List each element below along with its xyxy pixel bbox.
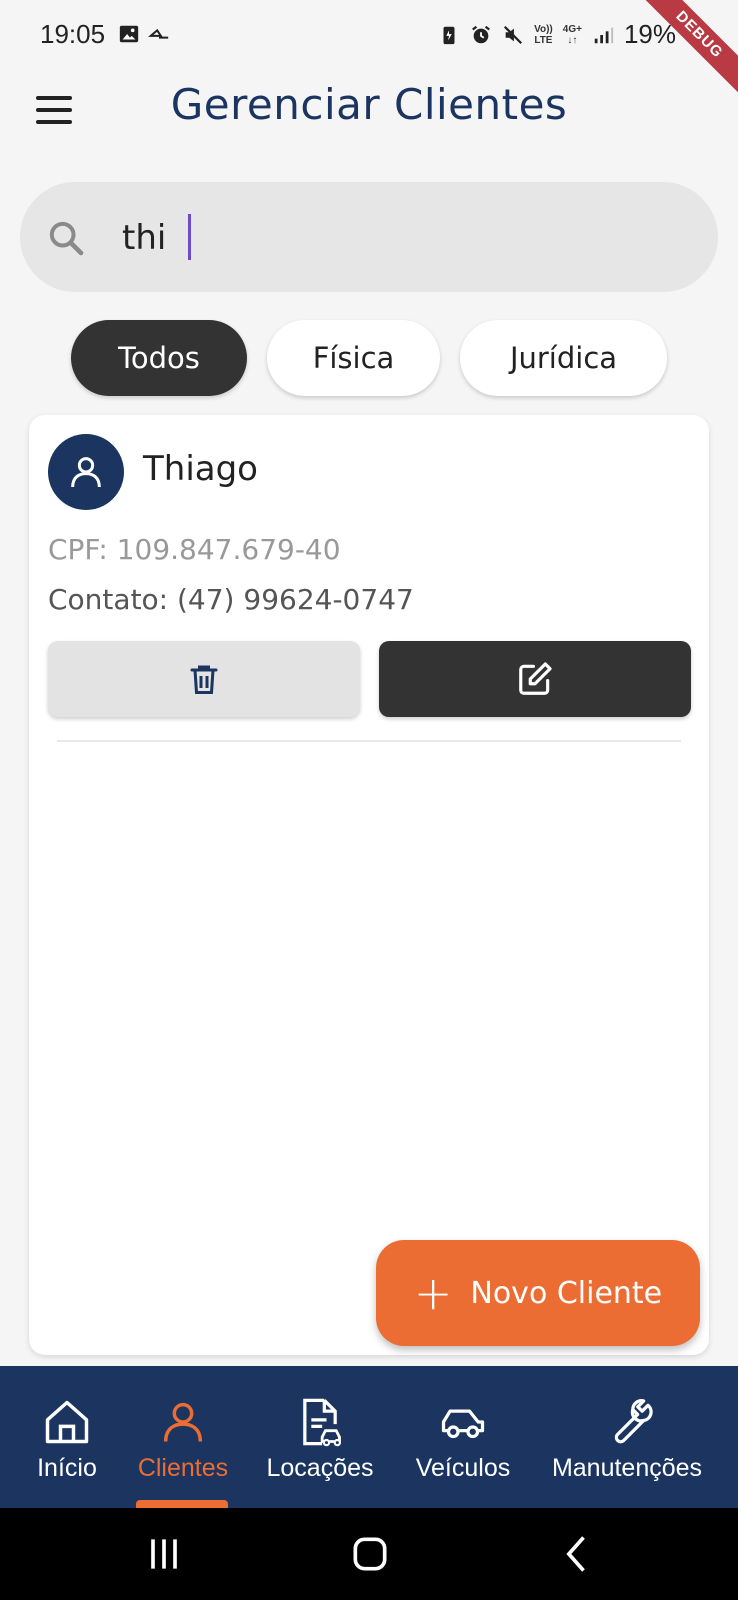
text-cursor xyxy=(188,214,191,260)
nav-label-locacoes: Locações xyxy=(266,1454,374,1482)
nav-item-manutencoes[interactable]: Manutenções xyxy=(544,1366,710,1508)
volte-bottom-text: LTE xyxy=(534,34,553,46)
back-icon[interactable] xyxy=(556,1532,600,1576)
battery-percent: 19% xyxy=(623,19,676,49)
plus-icon: + xyxy=(413,1266,453,1320)
volte-indicator: Vo)) LTE xyxy=(534,24,553,46)
wrench-icon xyxy=(614,1399,653,1444)
volte-top-text: Vo)) xyxy=(534,23,553,35)
edit-icon xyxy=(519,662,552,695)
search-input[interactable] xyxy=(120,208,684,268)
data-arrows-icon: ↓↑ xyxy=(567,34,578,46)
delete-client-button[interactable] xyxy=(48,641,360,717)
network-type-text: 4G+ xyxy=(562,23,582,35)
divider xyxy=(57,740,681,742)
nav-label-inicio: Início xyxy=(37,1454,97,1482)
person-icon xyxy=(71,457,101,488)
network-indicator: 4G+ ↓↑ xyxy=(563,24,582,46)
nav-label-veiculos: Veículos xyxy=(415,1454,511,1482)
page-title: Gerenciar Clientes xyxy=(170,80,568,129)
search-bar[interactable] xyxy=(20,182,718,292)
car-icon xyxy=(441,1409,485,1439)
active-tab-indicator xyxy=(136,1500,228,1508)
document-car-icon xyxy=(303,1398,342,1447)
nav-item-locacoes[interactable]: Locações xyxy=(258,1366,382,1508)
filter-chips: Todos Física Jurídica xyxy=(0,320,738,398)
client-name: Thiago xyxy=(143,449,258,489)
search-icon xyxy=(49,221,84,256)
image-icon xyxy=(119,25,139,43)
mute-icon xyxy=(504,25,523,44)
status-left-icons xyxy=(118,22,170,46)
filter-chip-juridica[interactable]: Jurídica xyxy=(460,320,667,396)
client-cpf: CPF: 109.847.679-40 xyxy=(48,533,341,566)
filter-chip-todos[interactable]: Todos xyxy=(71,320,247,396)
client-list-card: Thiago CPF: 109.847.679-40 Contato: (47)… xyxy=(29,415,709,1355)
signal-icon xyxy=(594,27,614,43)
home-icon xyxy=(45,1400,89,1444)
status-time: 19:05 xyxy=(40,19,106,49)
client-contact: Contato: (47) 99624-0747 xyxy=(48,583,414,616)
status-bar: 19:05 Vo)) LTE 4G+ ↓↑ 19% DEBUG xyxy=(0,0,738,105)
edit-client-button[interactable] xyxy=(379,641,691,717)
cast-icon xyxy=(148,28,169,39)
recents-icon[interactable] xyxy=(142,1532,186,1576)
nav-item-clientes[interactable]: Clientes xyxy=(128,1366,238,1508)
system-nav-bar xyxy=(0,1508,738,1600)
new-client-button[interactable]: + Novo Cliente xyxy=(376,1240,700,1346)
nav-label-clientes: Clientes xyxy=(137,1454,229,1482)
home-button-icon[interactable] xyxy=(348,1532,392,1576)
alarm-icon xyxy=(472,25,490,43)
trash-icon xyxy=(190,665,218,694)
filter-chip-fisica[interactable]: Física xyxy=(267,320,440,396)
nav-item-inicio[interactable]: Início xyxy=(22,1366,112,1508)
nav-item-veiculos[interactable]: Veículos xyxy=(408,1366,518,1508)
bottom-nav: Início Clientes Locações Veículos Manute… xyxy=(0,1366,738,1508)
nav-label-manutencoes: Manutenções xyxy=(551,1454,703,1482)
status-right-icons: Vo)) LTE 4G+ ↓↑ 19% xyxy=(438,19,676,50)
battery-saver-icon xyxy=(443,26,455,44)
new-client-label: Novo Cliente xyxy=(470,1275,663,1311)
person-icon xyxy=(163,1402,203,1442)
avatar xyxy=(48,434,124,510)
